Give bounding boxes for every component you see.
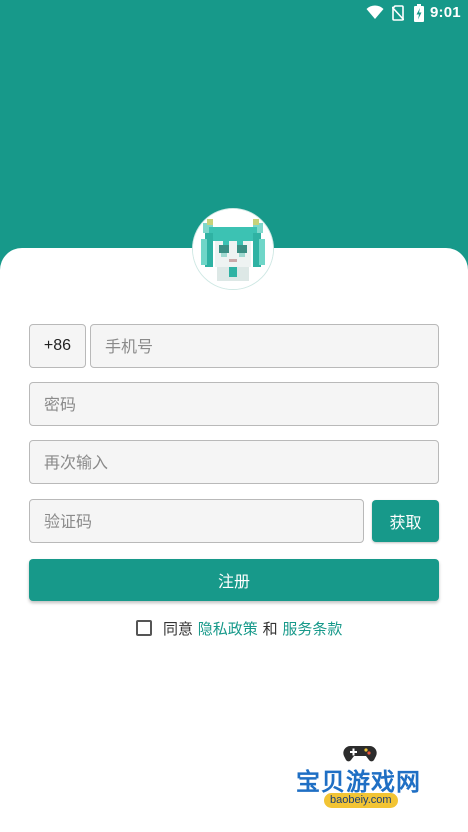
phone-input[interactable] xyxy=(91,325,438,367)
password-field xyxy=(29,382,439,426)
privacy-policy-link[interactable]: 隐私政策 xyxy=(198,618,258,639)
wifi-icon xyxy=(366,5,384,24)
agreement-conjunction: 和 xyxy=(257,619,283,638)
agreement-prefix: 同意 xyxy=(163,619,198,638)
terms-of-service-link[interactable]: 服务条款 xyxy=(282,618,342,639)
app-logo-avatar xyxy=(192,208,274,290)
status-time: 9:01 xyxy=(430,4,461,21)
watermark-url: baobeiy.com xyxy=(324,793,398,808)
verification-code-input[interactable] xyxy=(30,500,363,542)
no-sim-icon xyxy=(391,5,405,25)
agree-checkbox[interactable] xyxy=(136,620,152,636)
verification-code-field xyxy=(29,499,364,543)
watermark-title: 宝贝游戏网 xyxy=(296,768,421,796)
register-button[interactable]: 注册 xyxy=(29,559,439,601)
country-code-selector[interactable]: +86 xyxy=(29,324,86,368)
agreement-row: 同意 隐私政策 和 服务条款 xyxy=(136,618,342,638)
status-bar: 9:01 xyxy=(0,0,468,26)
get-code-button[interactable]: 获取 xyxy=(372,500,439,542)
password-confirm-input[interactable] xyxy=(30,441,438,483)
phone-field xyxy=(90,324,439,368)
pixel-character-icon xyxy=(193,209,273,289)
battery-charging-icon xyxy=(414,4,424,26)
password-input[interactable] xyxy=(30,383,438,425)
watermark: 宝贝游戏网 baobeiy.com xyxy=(286,742,436,824)
password-confirm-field xyxy=(29,440,439,484)
